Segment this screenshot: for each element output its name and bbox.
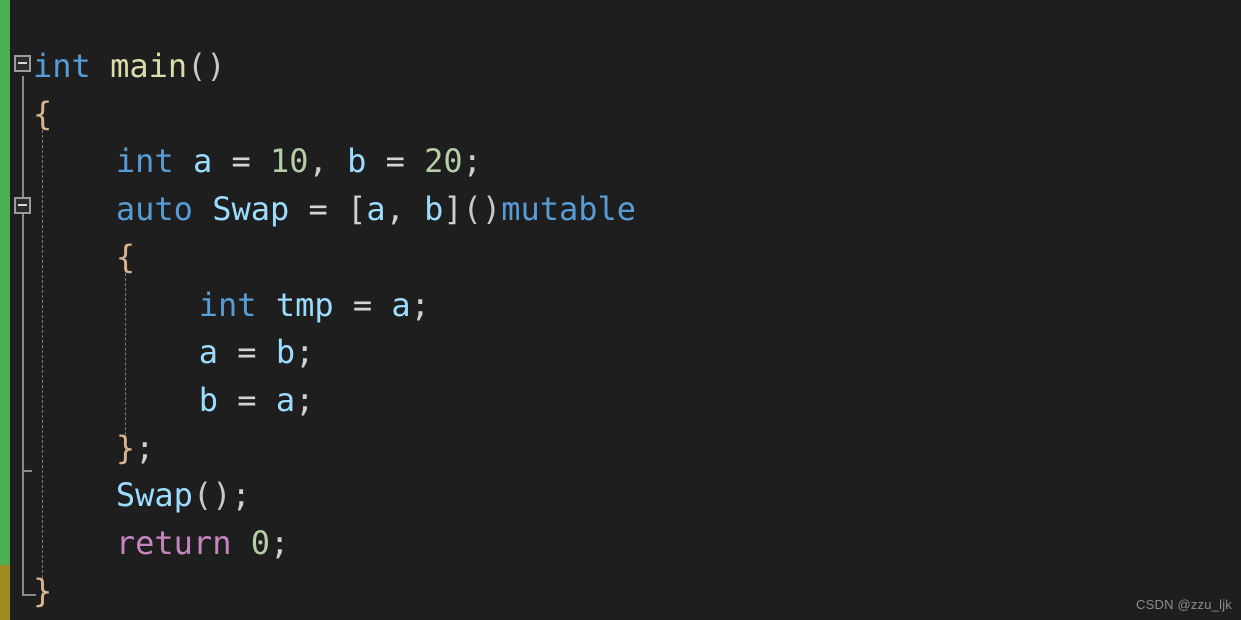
code-token: int (33, 47, 91, 85)
code-line[interactable]: } (33, 567, 52, 615)
code-token: = (212, 142, 270, 181)
code-token: a (275, 380, 296, 419)
code-token: } (33, 571, 53, 610)
code-token: b (347, 142, 367, 181)
code-token: a (366, 190, 386, 229)
code-token: { (115, 237, 136, 276)
code-line[interactable]: }; (116, 424, 155, 472)
code-line[interactable]: int tmp = a; (199, 281, 430, 329)
watermark-label: CSDN @zzu_ljk (1136, 597, 1232, 612)
code-line[interactable]: b = a; (199, 376, 315, 424)
code-token: () (192, 476, 232, 515)
code-line[interactable]: { (116, 233, 135, 281)
code-token: ; (135, 428, 155, 467)
code-token: mutable (501, 190, 637, 229)
code-token: = (218, 380, 276, 419)
code-token: , (308, 142, 348, 181)
code-token: 10 (270, 142, 309, 181)
code-token: b (424, 190, 444, 229)
code-token: Swap (115, 476, 193, 515)
code-token: b (198, 380, 219, 419)
code-line[interactable]: { (33, 90, 52, 138)
code-token: 20 (424, 142, 463, 181)
code-line[interactable]: int a = 10, b = 20; (116, 137, 482, 185)
code-token: = (366, 142, 425, 181)
code-token: [ (347, 190, 367, 229)
code-line[interactable]: int main() (33, 42, 226, 90)
code-token: = (333, 285, 392, 324)
code-token: a (192, 142, 213, 181)
code-line[interactable]: a = b; (199, 328, 315, 376)
code-token: ; (295, 380, 315, 419)
code-token: a (391, 285, 411, 324)
code-token: = (218, 333, 276, 372)
code-token: ] (443, 190, 463, 229)
code-token: ; (231, 476, 251, 515)
code-line[interactable]: Swap(); (116, 471, 251, 519)
code-token: () (462, 190, 502, 229)
code-token: } (115, 428, 136, 467)
code-token: = (289, 190, 348, 229)
code-line[interactable]: return 0; (116, 519, 289, 567)
code-line[interactable]: auto Swap = [a, b]()mutable (116, 185, 636, 233)
code-token: ; (295, 333, 315, 372)
code-token: tmp (275, 285, 334, 324)
code-token: ; (462, 142, 482, 181)
code-token: a (198, 333, 219, 372)
code-token: ; (410, 285, 430, 324)
code-token: main (110, 47, 188, 85)
code-token: b (275, 333, 296, 372)
code-token: return (115, 524, 232, 562)
code-token: int (198, 285, 257, 324)
code-token: () (187, 47, 226, 85)
code-token: int (115, 142, 174, 181)
code-token: , (385, 190, 425, 229)
code-token: { (33, 94, 53, 133)
code-token: 0 (250, 524, 270, 562)
code-content[interactable]: int main(){int a = 10, b = 20; auto Swap … (0, 0, 1241, 620)
code-editor[interactable]: int main(){int a = 10, b = 20; auto Swap … (0, 0, 1241, 620)
code-token: Swap (212, 190, 290, 229)
code-token: auto (115, 190, 193, 229)
code-token: ; (270, 524, 290, 562)
